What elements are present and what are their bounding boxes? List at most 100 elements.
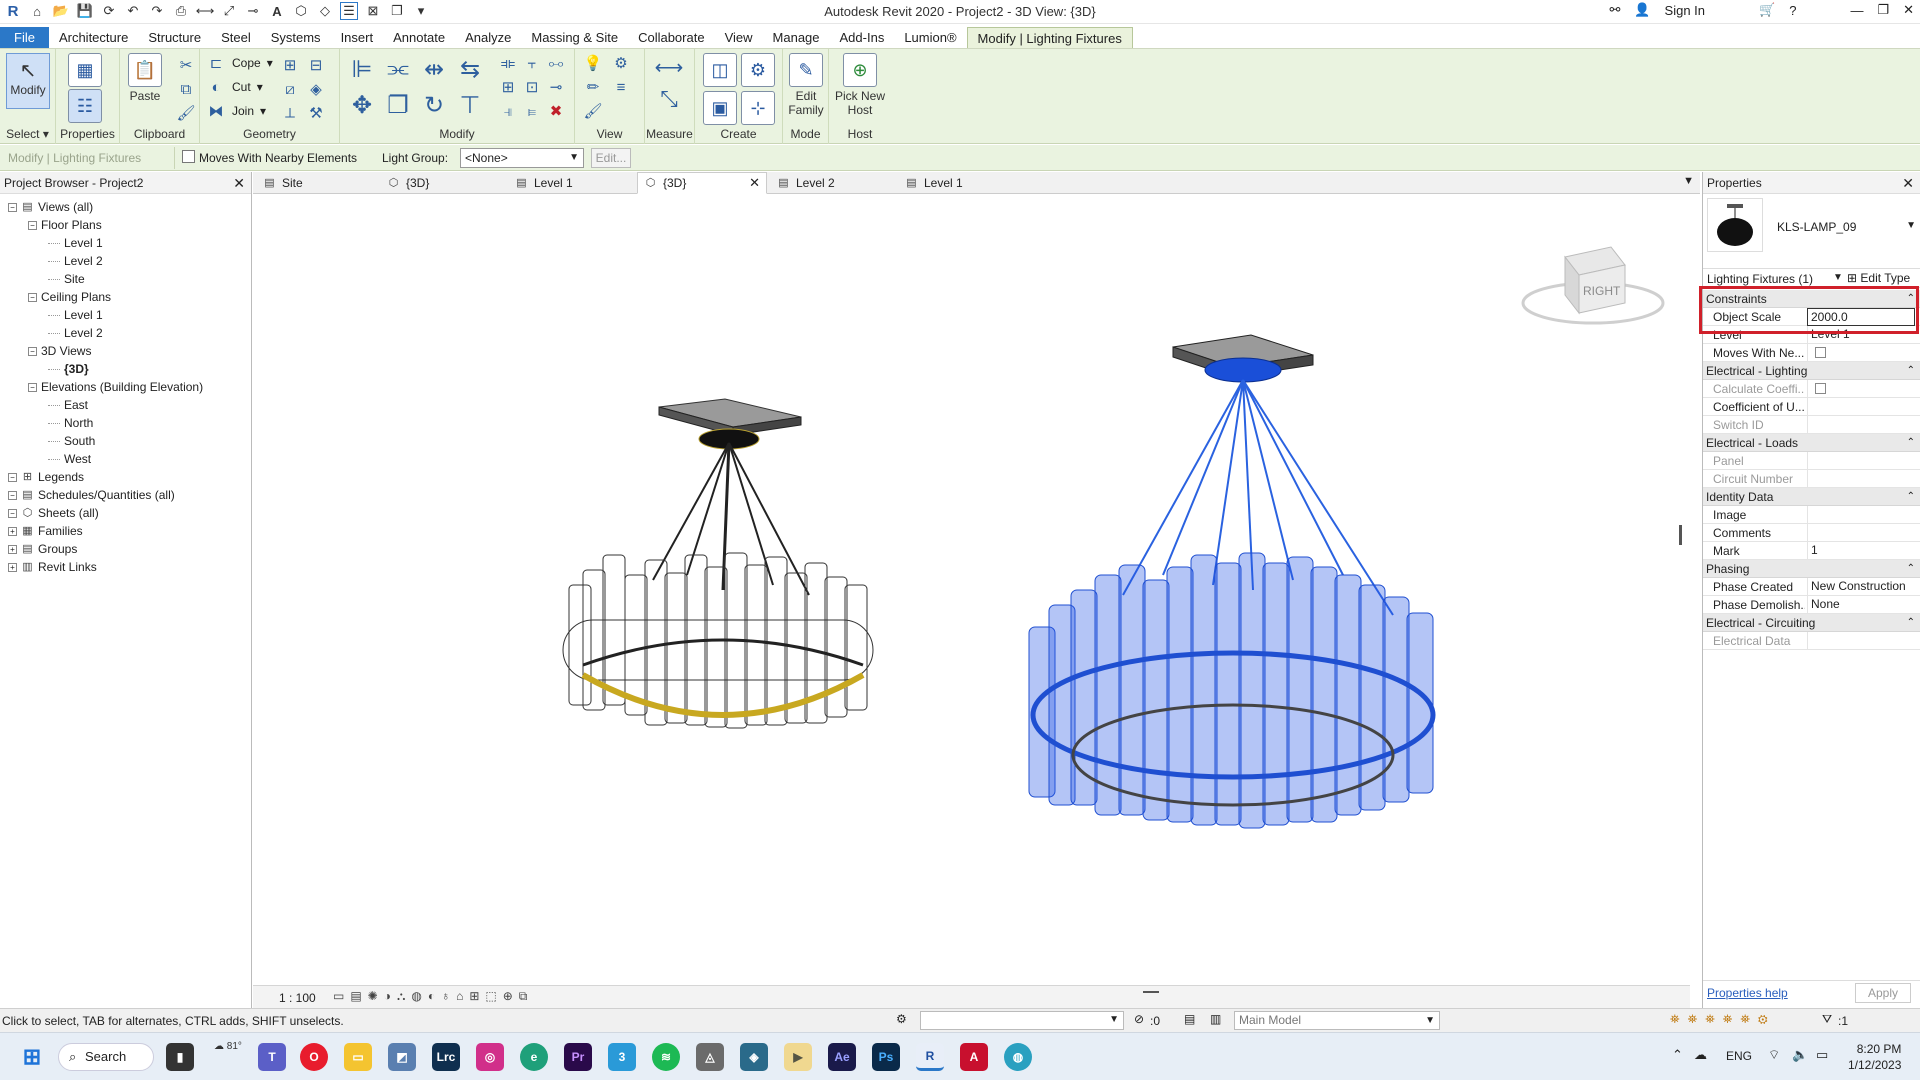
browser-item[interactable]: East — [48, 396, 88, 414]
spotify-icon[interactable]: ≋ — [652, 1043, 680, 1071]
collapse-icon[interactable]: ⌃ — [1907, 614, 1915, 632]
pick-icon[interactable]: ⚒ — [306, 103, 326, 123]
property-value[interactable] — [1807, 380, 1915, 398]
property-value[interactable] — [1807, 416, 1915, 434]
sign-in-link[interactable]: Sign In — [1665, 3, 1705, 18]
expand-toggle-icon[interactable]: − — [8, 202, 17, 212]
tab-annotate[interactable]: Annotate — [383, 27, 455, 48]
customize-qat-icon[interactable]: ▾ — [412, 2, 430, 20]
lightroom-icon[interactable]: Lrc — [432, 1043, 460, 1071]
binoculars-icon[interactable]: ⚯ — [1609, 2, 1620, 18]
close-window-icon[interactable]: ✕ — [1903, 2, 1914, 18]
unpin-icon[interactable]: ⧟ — [546, 53, 566, 73]
tab-3d-active[interactable]: ⬡ {3D} ✕ — [637, 172, 767, 194]
edit-light-group-button[interactable]: Edit... — [591, 148, 631, 168]
rotate-icon[interactable]: ↻ — [420, 91, 448, 119]
premiere-icon[interactable]: Pr — [564, 1043, 592, 1071]
tab-level-1[interactable]: ▤ Level 1 — [509, 172, 633, 194]
browser-item[interactable]: + ▦ Families — [8, 522, 83, 540]
media-icon[interactable]: ▶ — [784, 1043, 812, 1071]
language-indicator[interactable]: ENG — [1726, 1049, 1752, 1063]
enscape-icon[interactable]: ◬ — [696, 1043, 724, 1071]
property-section-header[interactable]: Electrical - Loads ⌃ — [1703, 434, 1920, 452]
tab-manage[interactable]: Manage — [763, 27, 830, 48]
browser-item[interactable]: + ▤ Groups — [8, 540, 77, 558]
browser-item[interactable]: − Floor Plans — [28, 216, 102, 234]
worksets-icon[interactable]: ⚙ — [896, 1012, 907, 1026]
thin-lines-icon[interactable]: ☰ — [340, 2, 358, 20]
text-icon[interactable]: A — [268, 2, 286, 20]
property-value[interactable]: 1 — [1807, 542, 1915, 560]
mirror-draw-icon[interactable]: ⇆ — [456, 55, 484, 83]
design-option-select[interactable]: Main Model ▼ — [1234, 1011, 1440, 1030]
volume-icon[interactable]: 🔈 — [1792, 1047, 1808, 1063]
copy-icon[interactable]: ⧉ — [176, 79, 196, 99]
3d-view-icon[interactable]: ⬡ — [292, 2, 310, 20]
demolish-icon[interactable]: ⊟ — [306, 55, 326, 75]
join-button[interactable]: ⧓ Join ▾ — [206, 101, 267, 121]
dimension-tool-icon[interactable]: ⤡ — [651, 86, 687, 111]
scale-icon[interactable]: ⊡ — [522, 77, 542, 97]
apply-button[interactable]: Apply — [1855, 983, 1911, 1003]
filter-icon[interactable]: ⛛ — [1822, 1012, 1832, 1027]
expand-toggle-icon[interactable]: − — [28, 292, 37, 302]
switch-windows-icon[interactable]: ❐ — [388, 2, 406, 20]
measure-between-icon[interactable]: ⟷ — [651, 57, 687, 79]
help-icon[interactable]: ? — [1789, 3, 1796, 18]
close-icon[interactable]: ✕ — [1902, 172, 1914, 194]
match-type-icon[interactable]: 🖌 — [176, 103, 196, 123]
task-view-icon[interactable]: ▮ — [166, 1043, 194, 1071]
tab-architecture[interactable]: Architecture — [49, 27, 138, 48]
instance-filter-select[interactable]: Lighting Fixtures (1) — [1707, 272, 1813, 286]
close-tab-icon[interactable]: ✕ — [749, 172, 760, 194]
type-selector-chevron-icon[interactable]: ▼ — [1906, 220, 1916, 231]
expand-toggle-icon[interactable]: − — [28, 220, 37, 230]
trim-multiple-icon[interactable]: ⫣ — [498, 101, 518, 121]
cart-icon[interactable]: 🛒 — [1759, 2, 1775, 18]
modify-button[interactable]: ↖ Modify — [6, 53, 50, 109]
properties-button[interactable]: ☷ — [68, 89, 102, 125]
expand-toggle-icon[interactable]: − — [8, 508, 17, 518]
tab-site[interactable]: ▤ Site — [257, 172, 377, 194]
browser-item[interactable]: − ▤ Views (all) — [8, 198, 93, 216]
property-value[interactable] — [1807, 524, 1915, 542]
tab-lumion[interactable]: Lumion® — [894, 27, 966, 48]
property-value[interactable] — [1807, 506, 1915, 524]
browser-item[interactable]: − ⊞ Legends — [8, 468, 84, 486]
wall-joins-icon[interactable]: ⊞ — [280, 55, 300, 75]
file-explorer-icon[interactable]: ▭ — [344, 1043, 372, 1071]
tab-3d[interactable]: ⬡ {3D} — [381, 172, 505, 194]
browser-item[interactable]: − ⬡ Sheets (all) — [8, 504, 99, 522]
chandelier-selected[interactable] — [1028, 334, 1436, 829]
move-icon[interactable]: ✥ — [348, 91, 376, 119]
create-similar-icon[interactable]: ⊹ — [741, 91, 775, 125]
split-icon[interactable]: ⟚ — [498, 53, 518, 73]
collapse-icon[interactable]: ⌃ — [1907, 488, 1915, 506]
tab-steel[interactable]: Steel — [211, 27, 261, 48]
property-section-header[interactable]: Constraints ⌃ — [1703, 290, 1920, 308]
cut-geometry-button[interactable]: ◐ Cut ▾ — [206, 77, 262, 97]
expand-toggle-icon[interactable]: − — [28, 346, 37, 356]
paste-button[interactable]: 📋 Paste — [128, 53, 162, 103]
redo-icon[interactable]: ↷ — [148, 2, 166, 20]
instagram-icon[interactable]: ◎ — [476, 1043, 504, 1071]
tab-systems[interactable]: Systems — [261, 27, 331, 48]
3ds-max-icon[interactable]: 3 — [608, 1043, 636, 1071]
create-assembly-icon[interactable]: ◫ — [703, 53, 737, 87]
sketchup-icon[interactable]: ◈ — [740, 1043, 768, 1071]
undo-icon[interactable]: ↶ — [124, 2, 142, 20]
property-section-header[interactable]: Phasing ⌃ — [1703, 560, 1920, 578]
expand-toggle-icon[interactable]: − — [8, 490, 17, 500]
minimize-icon[interactable]: — — [1850, 3, 1863, 18]
browser-item[interactable]: Site — [48, 270, 85, 288]
property-value[interactable]: New Construction — [1807, 578, 1915, 596]
browser-item[interactable]: West — [48, 450, 91, 468]
override-graphics-icon[interactable]: ⚙ — [611, 53, 631, 73]
delete-icon[interactable]: ✖ — [546, 101, 566, 121]
collapse-icon[interactable]: ⌃ — [1907, 434, 1915, 452]
chandelier-unselected[interactable] — [562, 398, 874, 729]
user-icon[interactable]: 👤 — [1634, 2, 1650, 18]
tab-massing-site[interactable]: Massing & Site — [521, 27, 628, 48]
property-value[interactable]: Level 1 — [1807, 326, 1915, 344]
property-section-header[interactable]: Identity Data ⌃ — [1703, 488, 1920, 506]
